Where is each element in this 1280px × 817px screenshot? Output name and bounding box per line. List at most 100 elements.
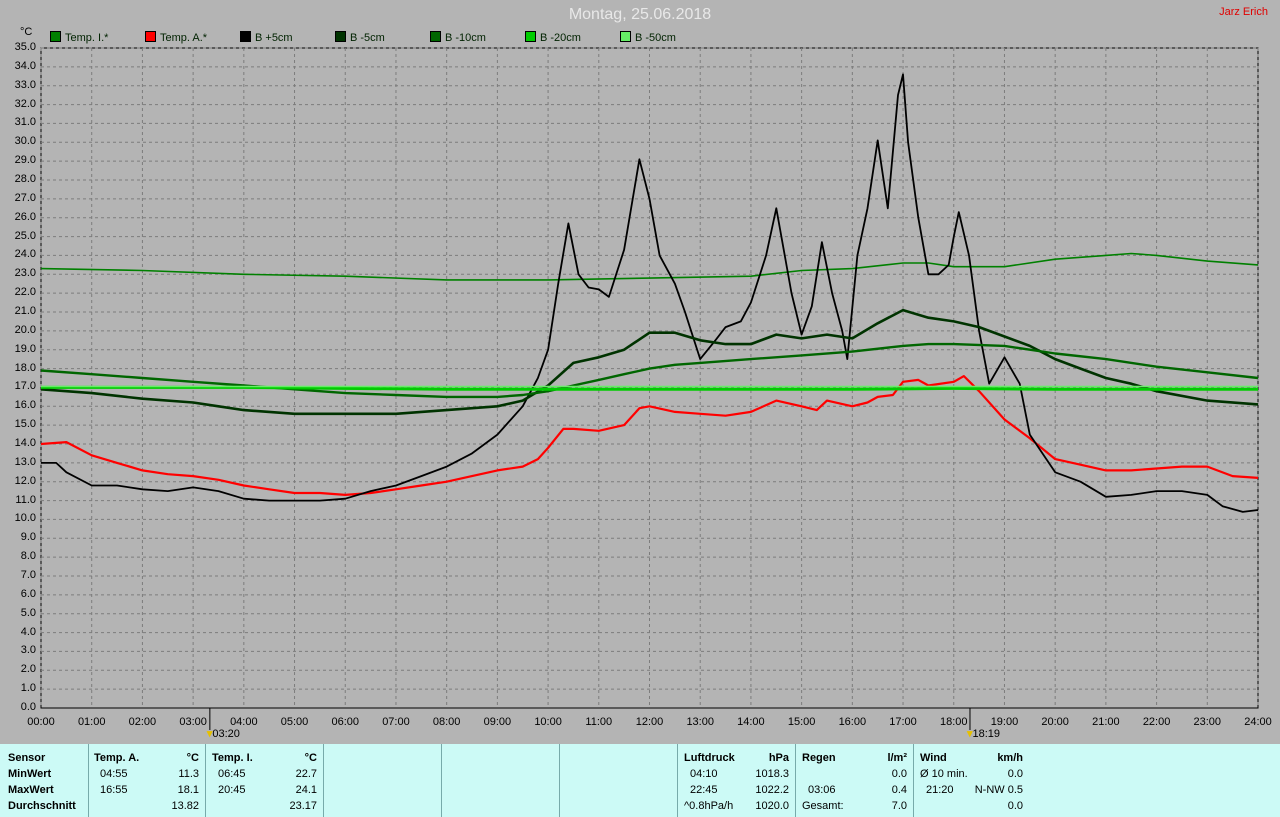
y-tick-label: 21.0 [14, 305, 36, 317]
pressure-max-value: 1022.2 [755, 784, 789, 796]
pressure-unit: hPa [768, 752, 789, 764]
y-tick-label: 31.0 [14, 116, 36, 129]
x-tick-label: 08:00 [432, 716, 461, 728]
y-tick-label: 35.0 [14, 41, 36, 53]
temp-a-max-time: 16:55 [100, 784, 128, 796]
y-tick-label: 18.0 [14, 361, 36, 374]
x-tick-label: 11:00 [585, 716, 613, 728]
rain-max-value: 0.4 [891, 784, 907, 796]
y-unit-label: °C [20, 26, 33, 38]
y-tick-label: 5.0 [20, 606, 36, 619]
legend-item: B +5cm [240, 31, 293, 44]
sun-marker: ▾18:19 [967, 727, 1000, 740]
y-tick-label: 24.0 [14, 248, 36, 261]
x-tick-label: 22:00 [1142, 716, 1171, 728]
empty-column-2 [442, 744, 560, 817]
pressure-min-value: 1018.3 [755, 768, 789, 780]
temp-a-min-value: 11.3 [178, 768, 199, 780]
y-tick-label: 22.0 [14, 286, 36, 299]
pressure-average: 1020.0 [755, 800, 789, 812]
sensor-column: Sensor MinWert MaxWert Durchschnitt [0, 744, 89, 817]
pressure-max-time: 22:45 [690, 784, 718, 796]
sensor-title: Sensor [8, 752, 46, 764]
legend-label: B -20cm [540, 32, 581, 44]
y-tick-label: 4.0 [20, 625, 36, 638]
x-tick-label: 00:00 [27, 716, 55, 728]
temp-i-title: Temp. I. [212, 752, 253, 764]
temp-a-title: Temp. A. [94, 752, 140, 764]
rain-min-value: 0.0 [891, 768, 907, 780]
legend-label: B -50cm [635, 32, 676, 44]
y-tick-label: 2.0 [20, 663, 36, 676]
legend-item: B -5cm [335, 31, 385, 44]
wind-column: Wind km/h Ø 10 min. 0.0 21:20 N-NW 0.5 0… [914, 744, 1031, 817]
y-tick-label: 1.0 [20, 682, 36, 695]
temp-i-max-time: 20:45 [218, 784, 246, 796]
temp-i-min-time: 06:45 [218, 768, 246, 780]
temp-a-max-value: 18.1 [177, 784, 199, 796]
legend-label: B -10cm [445, 32, 486, 44]
y-tick-label: 9.0 [20, 531, 36, 544]
wind-avg-value: 0.0 [1007, 768, 1023, 780]
y-tick-label: 6.0 [20, 587, 36, 600]
sun-marker-label: 03:20 [212, 728, 240, 740]
temp-a-average: 13.82 [171, 800, 199, 812]
pressure-trend: ^0.8hPa/h [684, 800, 734, 812]
legend-swatch [430, 31, 441, 42]
y-tick-label: 19.0 [14, 342, 36, 355]
x-tick-label: 23:00 [1193, 716, 1222, 728]
legend-label: B -5cm [350, 32, 385, 44]
x-tick-label: 24:00 [1244, 716, 1272, 728]
rain-total-label: Gesamt: [802, 800, 844, 812]
empty-column-3 [560, 744, 678, 817]
sun-marker: ▾03:20 [207, 727, 240, 740]
wind-third-value: 0.0 [1007, 800, 1023, 812]
x-tick-label: 21:00 [1092, 716, 1120, 728]
row-label-min: MinWert [8, 768, 52, 780]
y-tick-label: 30.0 [14, 135, 36, 148]
pressure-title: Luftdruck [684, 752, 735, 764]
x-tick-label: 05:00 [280, 716, 309, 728]
y-tick-label: 32.0 [14, 97, 36, 110]
x-tick-label: 17:00 [889, 716, 917, 728]
pressure-column: Luftdruck hPa 04:10 1018.3 22:45 1022.2 … [678, 744, 796, 817]
chart-title: Montag, 25.06.2018 [568, 6, 712, 23]
y-tick-label: 33.0 [14, 78, 36, 91]
row-label-max: MaxWert [8, 784, 54, 796]
y-tick-label: 12.0 [14, 474, 36, 487]
wind-avg-label: Ø 10 min. [920, 768, 968, 780]
rain-title: Regen [802, 752, 836, 764]
y-tick-label: 10.0 [14, 512, 36, 525]
x-tick-label: 06:00 [331, 716, 360, 728]
x-tick-label: 07:00 [382, 716, 410, 728]
y-tick-label: 25.0 [14, 229, 36, 242]
y-tick-label: 29.0 [14, 154, 36, 167]
temperature-chart [40, 47, 1259, 730]
legend-item: B -20cm [525, 31, 581, 44]
y-tick-label: 3.0 [20, 644, 36, 657]
y-tick-label: 26.0 [14, 210, 36, 223]
y-tick-label: 27.0 [14, 191, 36, 204]
legend-label: Temp. I.* [65, 32, 109, 44]
temp-i-min-value: 22.7 [295, 768, 317, 780]
y-tick-label: 8.0 [20, 550, 36, 563]
temp-i-unit: °C [304, 752, 317, 764]
y-tick-label: 7.0 [20, 569, 36, 581]
x-tick-label: 10:00 [534, 716, 562, 728]
temp-a-min-time: 04:55 [100, 768, 128, 780]
x-tick-label: 02:00 [128, 716, 157, 728]
temp-i-average: 23.17 [289, 800, 317, 812]
empty-column-1 [324, 744, 442, 817]
y-tick-label: 13.0 [14, 455, 36, 468]
wind-title: Wind [920, 752, 947, 764]
wind-max-time: 21:20 [926, 784, 954, 796]
x-tick-label: 15:00 [787, 716, 816, 728]
wind-max-value: N-NW 0.5 [974, 784, 1023, 796]
legend-label: B +5cm [255, 32, 293, 44]
y-tick-label: 15.0 [14, 418, 36, 431]
legend-swatch [240, 31, 251, 42]
legend-item: B -10cm [430, 31, 486, 44]
x-tick-label: 20:00 [1041, 716, 1069, 728]
rain-column: Regen l/m² 0.0 03:06 0.4 Gesamt: 7.0 [796, 744, 914, 817]
x-tick-label: 16:00 [838, 716, 867, 728]
